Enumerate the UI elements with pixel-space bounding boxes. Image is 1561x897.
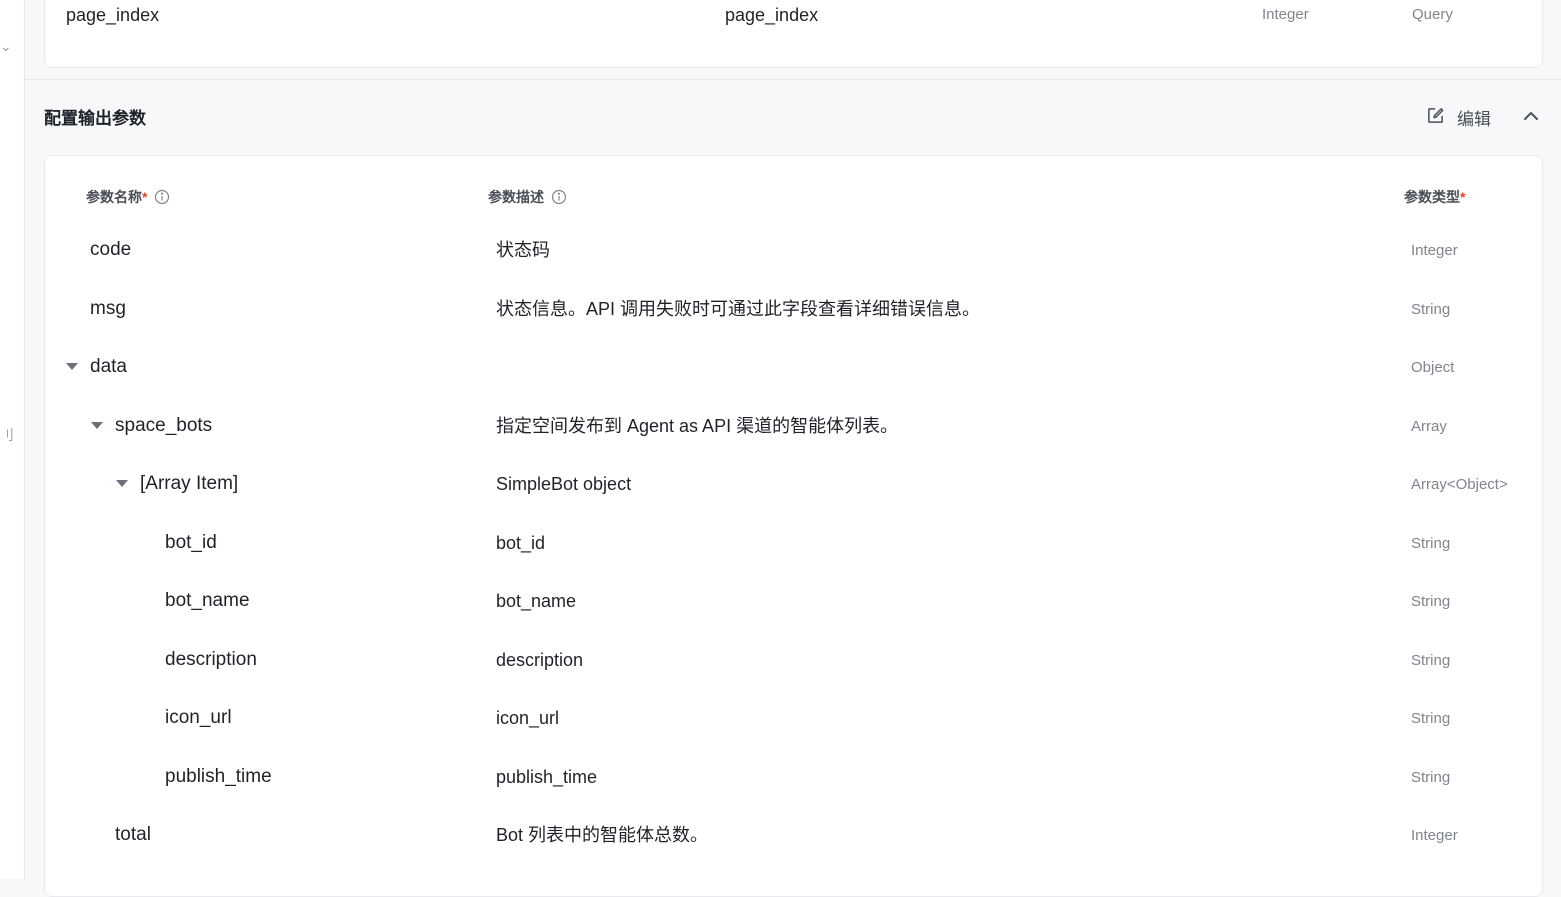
param-type: Array bbox=[1411, 418, 1447, 435]
param-description: bot_id bbox=[496, 533, 546, 553]
param-name: publish_time bbox=[165, 766, 272, 787]
table-row: msg 状态信息。API 调用失败时可通过此字段查看详细错误信息。 String bbox=[45, 296, 1542, 354]
expand-caret-icon[interactable] bbox=[66, 363, 78, 370]
table-row: icon_url icon_url String bbox=[45, 705, 1542, 763]
param-name: msg bbox=[90, 298, 126, 319]
param-name: bot_name bbox=[165, 590, 250, 611]
table-row: space_bots 指定空间发布到 Agent as API 渠道的智能体列表… bbox=[45, 413, 1542, 471]
output-params-table: 参数名称* 参数描述 参数类型* code 状态码 Integer msg 状态… bbox=[44, 155, 1543, 897]
param-description: 状态码 bbox=[496, 240, 550, 260]
table-row: data Object bbox=[45, 354, 1542, 412]
param-type: String bbox=[1411, 593, 1451, 610]
table-row: description description String bbox=[45, 647, 1542, 705]
input-param-type: Integer bbox=[1262, 6, 1309, 23]
param-type: String bbox=[1411, 652, 1451, 669]
param-name: code bbox=[90, 239, 132, 260]
edit-button[interactable]: 编辑 bbox=[1426, 103, 1496, 129]
param-name: total bbox=[115, 824, 151, 845]
column-header-description: 参数描述 bbox=[488, 187, 567, 207]
param-description: 指定空间发布到 Agent as API 渠道的智能体列表。 bbox=[496, 416, 899, 436]
edit-square-icon bbox=[1428, 108, 1444, 123]
chevron-up-icon bbox=[1524, 112, 1538, 120]
column-header-description-label: 参数描述 bbox=[488, 189, 544, 205]
table-row: bot_id bot_id String bbox=[45, 530, 1542, 588]
input-params-card: page_index page_index Integer Query bbox=[44, 0, 1543, 68]
left-rail: ⌄ 刂 bbox=[0, 0, 25, 879]
edit-label: 编辑 bbox=[1457, 110, 1491, 129]
param-name: icon_url bbox=[165, 707, 232, 728]
param-name: description bbox=[165, 649, 257, 670]
param-description: publish_time bbox=[496, 767, 598, 787]
rail-label-fragment: 刂 bbox=[0, 427, 14, 443]
expand-caret-icon[interactable] bbox=[91, 422, 103, 429]
input-param-name: page_index bbox=[66, 5, 160, 25]
param-type: Object bbox=[1411, 359, 1455, 376]
param-type: Integer bbox=[1411, 242, 1458, 259]
param-type: String bbox=[1411, 769, 1451, 786]
param-description: bot_name bbox=[496, 591, 577, 611]
table-row: bot_name bot_name String bbox=[45, 588, 1542, 646]
param-type: String bbox=[1411, 535, 1451, 552]
param-name: space_bots bbox=[115, 415, 213, 436]
section-title: 配置输出参数 bbox=[44, 109, 146, 128]
param-name: bot_id bbox=[165, 532, 217, 553]
output-section-header: 配置输出参数 编辑 bbox=[44, 103, 1541, 129]
table-row: publish_time publish_time String bbox=[45, 764, 1542, 822]
info-circle-icon[interactable] bbox=[551, 189, 567, 205]
expand-caret-icon[interactable] bbox=[116, 480, 128, 487]
section-divider bbox=[25, 79, 1561, 80]
param-type: String bbox=[1411, 710, 1451, 727]
info-circle-icon[interactable] bbox=[154, 189, 170, 205]
table-row: [Array Item] SimpleBot object Array<Obje… bbox=[45, 471, 1542, 529]
column-header-type: 参数类型* bbox=[1404, 187, 1465, 207]
param-description: SimpleBot object bbox=[496, 474, 632, 494]
param-name: data bbox=[90, 356, 127, 377]
column-header-name-label: 参数名称 bbox=[86, 189, 142, 205]
param-type: Integer bbox=[1411, 827, 1458, 844]
table-row: total Bot 列表中的智能体总数。 Integer bbox=[45, 822, 1542, 880]
table-row: code 状态码 Integer bbox=[45, 237, 1542, 295]
column-header-name: 参数名称* bbox=[86, 187, 170, 207]
required-mark: * bbox=[142, 189, 148, 205]
required-mark: * bbox=[1460, 189, 1466, 205]
input-param-location: Query bbox=[1412, 6, 1453, 23]
param-name: [Array Item] bbox=[140, 473, 239, 494]
param-type: String bbox=[1411, 301, 1451, 318]
column-header-type-label: 参数类型 bbox=[1404, 189, 1460, 205]
rail-chevron-icon[interactable]: ⌄ bbox=[0, 38, 12, 55]
param-type: Array<Object> bbox=[1411, 476, 1508, 493]
param-description: Bot 列表中的智能体总数。 bbox=[496, 825, 709, 845]
param-description: icon_url bbox=[496, 708, 560, 728]
param-description: description bbox=[496, 650, 584, 670]
main-panel: page_index page_index Integer Query 配置输出… bbox=[25, 0, 1561, 897]
param-description: 状态信息。API 调用失败时可通过此字段查看详细错误信息。 bbox=[496, 299, 981, 319]
collapse-button[interactable] bbox=[1520, 105, 1542, 127]
input-param-description: page_index bbox=[725, 5, 819, 25]
